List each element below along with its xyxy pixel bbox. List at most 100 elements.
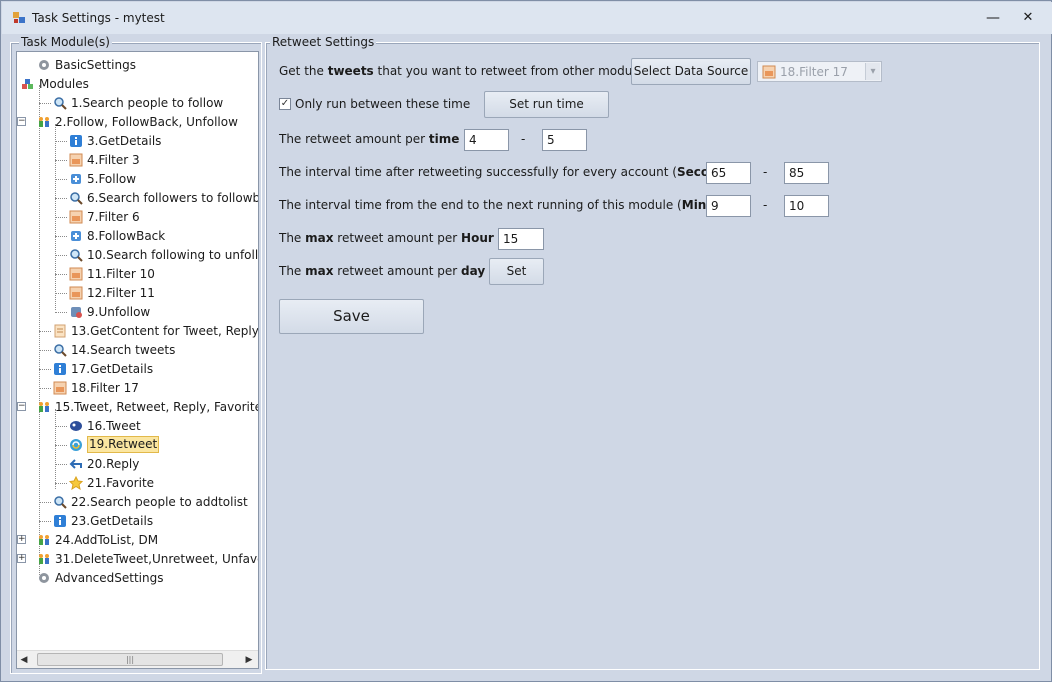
tree-item-label: Modules xyxy=(39,77,89,91)
set-run-time-button[interactable]: Set run time xyxy=(484,91,609,118)
window-title: Task Settings - mytest xyxy=(32,11,165,25)
check-icon: ✓ xyxy=(280,98,290,109)
task-settings-window: Task Settings - mytest — ✕ Task Module(s… xyxy=(0,0,1052,682)
module-tree[interactable]: BasicSettings − Modules 1.Search people to … xyxy=(16,51,259,669)
filter-icon xyxy=(69,210,83,224)
people-icon xyxy=(39,117,49,127)
tree-item-label: 22.Search people to addtolist xyxy=(71,495,248,509)
tree-item-label: 31.DeleteTweet,Unretweet, Unfavorite xyxy=(55,552,258,566)
people-icon xyxy=(39,535,49,545)
amount-max-input[interactable]: 5 xyxy=(542,129,587,151)
filter-icon xyxy=(69,267,83,281)
max-per-hour-input[interactable]: 15 xyxy=(498,228,544,250)
data-source-label: Get the tweets that you want to retweet … xyxy=(279,64,650,78)
tree-line xyxy=(55,179,67,180)
scroll-right-arrow-icon[interactable]: ▶ xyxy=(244,654,254,666)
expand-toggle-icon[interactable]: − xyxy=(17,117,26,126)
tree-line xyxy=(55,274,67,275)
search-icon xyxy=(54,496,67,509)
chevron-down-icon[interactable]: ▾ xyxy=(865,63,880,80)
tree-line xyxy=(55,312,67,313)
tree-item-label: 12.Filter 11 xyxy=(87,286,155,300)
tree-item-label: 16.Tweet xyxy=(87,419,141,433)
expand-toggle-icon[interactable]: − xyxy=(17,402,26,411)
interval-success-dash: - xyxy=(763,165,768,179)
tree-line xyxy=(55,409,56,489)
interval-success-label: The interval time after retweeting succe… xyxy=(279,165,738,179)
expand-toggle-icon[interactable]: + xyxy=(17,554,26,563)
tree-item-label: 1.Search people to follow xyxy=(71,96,224,110)
tree-line xyxy=(55,160,67,161)
tree-item-label: 13.GetContent for Tweet, Reply xyxy=(71,324,259,338)
select-data-source-button[interactable]: Select Data Source xyxy=(631,58,751,85)
tree-item-label: BasicSettings xyxy=(55,58,136,72)
tree-item-label: 5.Follow xyxy=(87,172,137,186)
follow-icon xyxy=(71,231,81,241)
save-button[interactable]: Save xyxy=(279,299,424,334)
interval-success-max-input[interactable]: 85 xyxy=(784,162,829,184)
interval-next-min-input[interactable]: 9 xyxy=(706,195,751,217)
minimize-button[interactable]: — xyxy=(980,8,1006,30)
amount-min-input[interactable]: 4 xyxy=(464,129,509,151)
tweet-icon xyxy=(70,421,82,431)
tree-item-label: 17.GetDetails xyxy=(71,362,154,376)
tree-item-label: 6.Search followers to followback xyxy=(87,191,259,205)
tree-item-label: AdvancedSettings xyxy=(55,571,164,585)
tree-line xyxy=(39,103,51,104)
retweet-settings-legend: Retweet Settings xyxy=(270,35,377,49)
search-icon xyxy=(70,192,83,205)
tree-line xyxy=(55,217,67,218)
filter-icon xyxy=(53,381,67,395)
filter-icon xyxy=(69,286,83,300)
tree-line xyxy=(55,255,67,256)
tree-line xyxy=(55,198,67,199)
info-icon xyxy=(54,363,66,375)
star-icon xyxy=(69,476,83,490)
retweet-amount-label: The retweet amount per time xyxy=(279,132,460,146)
tree-line xyxy=(55,464,67,465)
search-icon xyxy=(54,97,67,110)
max-per-hour-label: The max retweet amount per Hour xyxy=(279,231,494,245)
tree-line xyxy=(39,369,51,370)
tree-item-label: 24.AddToList, DM xyxy=(55,533,159,547)
filter-icon xyxy=(69,153,83,167)
tree-item-label: 3.GetDetails xyxy=(87,134,162,148)
data-source-combobox[interactable]: 18.Filter 17 ▾ xyxy=(757,61,882,82)
tree-item-label: 18.Filter 17 xyxy=(71,381,139,395)
people-icon xyxy=(39,554,49,564)
people-icon xyxy=(39,402,49,412)
interval-success-min-input[interactable]: 65 xyxy=(706,162,751,184)
expand-toggle-icon[interactable]: + xyxy=(17,535,26,544)
retweet-icon xyxy=(70,439,82,451)
title-bar[interactable]: Task Settings - mytest — ✕ xyxy=(2,2,1052,34)
tree-item-label: 10.Search following to unfollow xyxy=(87,248,259,262)
tree-item-label: 11.Filter 10 xyxy=(87,267,155,281)
max-per-day-label: The max retweet amount per day xyxy=(279,264,486,278)
interval-next-label: The interval time from the end to the ne… xyxy=(279,198,741,212)
reply-icon xyxy=(69,459,82,469)
unfollow-icon xyxy=(71,307,82,318)
tree-item-label: 14.Search tweets xyxy=(71,343,176,357)
data-source-value: 18.Filter 17 xyxy=(780,65,848,79)
search-icon xyxy=(54,344,67,357)
tree-item-label: 8.FollowBack xyxy=(87,229,166,243)
search-icon xyxy=(70,249,83,262)
tree-line xyxy=(55,445,67,446)
tree-line xyxy=(55,483,67,484)
tree-line xyxy=(55,293,67,294)
tree-line xyxy=(55,426,67,427)
app-icon xyxy=(13,12,25,23)
close-button[interactable]: ✕ xyxy=(1015,8,1041,30)
tree-horizontal-scrollbar[interactable]: ◀ ||| ▶ xyxy=(17,650,258,668)
gear-icon xyxy=(39,573,49,583)
tree-line xyxy=(39,502,51,503)
tree-line xyxy=(39,350,51,351)
info-icon xyxy=(70,135,82,147)
tree-line xyxy=(39,388,51,389)
scroll-thumb[interactable]: ||| xyxy=(37,653,223,666)
set-button[interactable]: Set xyxy=(489,258,544,285)
interval-next-max-input[interactable]: 10 xyxy=(784,195,829,217)
tree-line xyxy=(39,331,51,332)
only-run-checkbox[interactable]: ✓ xyxy=(279,98,291,110)
scroll-left-arrow-icon[interactable]: ◀ xyxy=(19,654,29,666)
